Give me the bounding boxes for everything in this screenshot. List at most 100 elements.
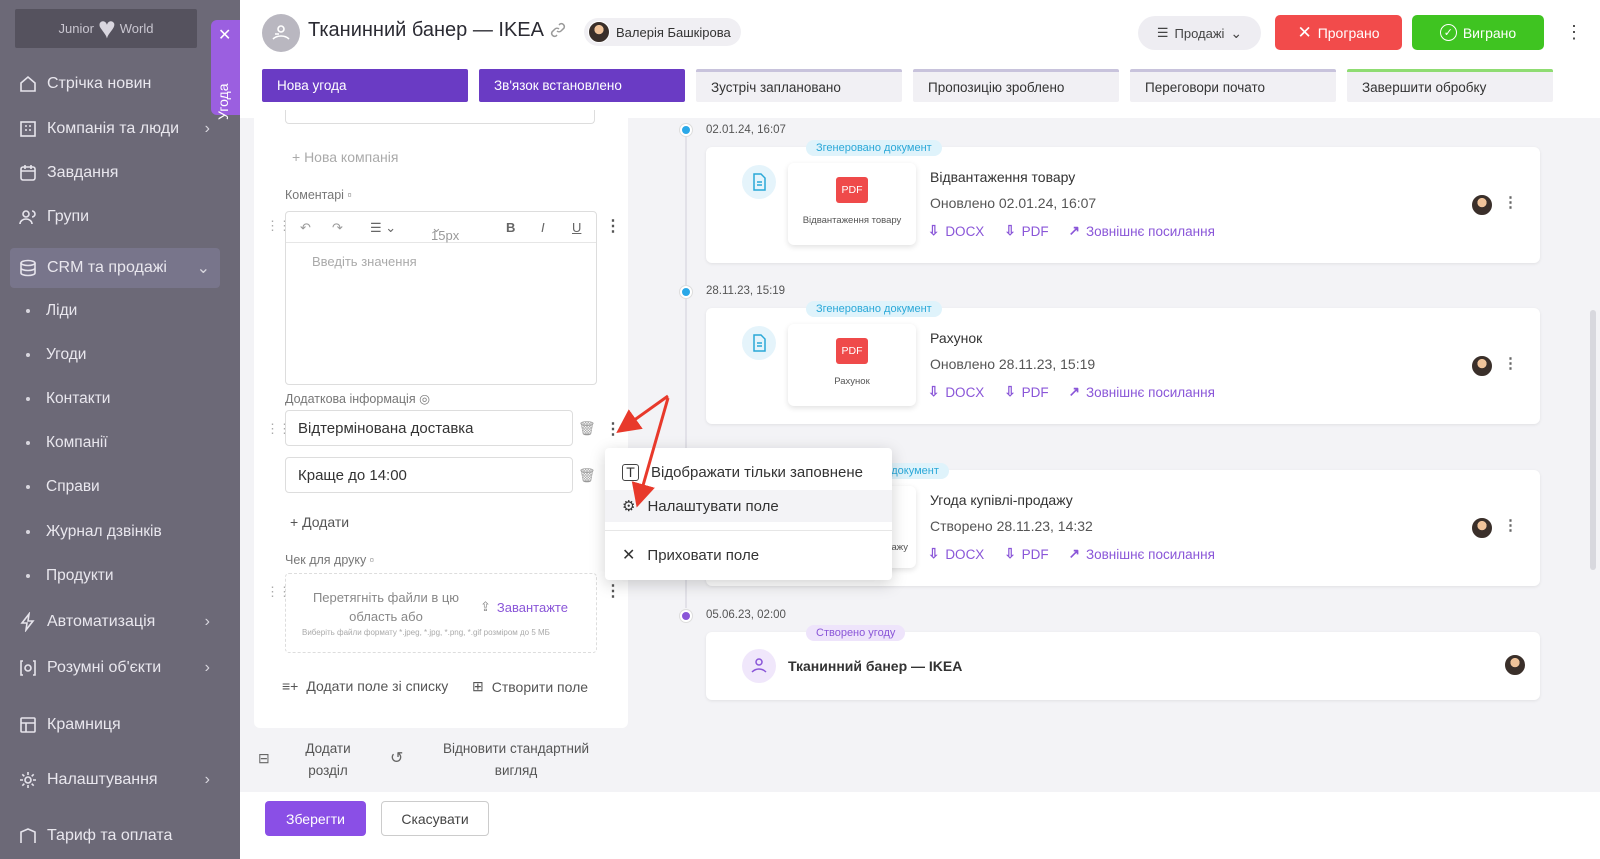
sidebar-subitem-contacts[interactable]: Контакти xyxy=(26,390,110,408)
tariff-icon xyxy=(20,828,36,843)
external-link[interactable]: ↗ Зовнішнє посилання xyxy=(1069,384,1215,400)
add-value-link[interactable]: + Додати xyxy=(290,514,349,530)
cloud-download-icon: ⇩ xyxy=(928,384,940,399)
pipeline-select[interactable]: ☰ Продажі ⌄ xyxy=(1138,16,1261,50)
comment-editor[interactable]: ↶ ↷ ☰ ⌄ 15px ⌄ B I U Введіть значення xyxy=(285,211,597,385)
external-link[interactable]: ↗ Зовнішнє посилання xyxy=(1069,546,1215,562)
trash-icon[interactable]: 🗑 xyxy=(578,467,596,484)
close-icon[interactable]: ✕ xyxy=(218,28,231,44)
align-icon[interactable]: ☰ ⌄ xyxy=(370,220,396,236)
document-thumbnail[interactable]: PDF Рахунок xyxy=(788,324,916,406)
stage-new[interactable]: Нова угода xyxy=(262,69,468,102)
sidebar-subitem-leads[interactable]: Ліди xyxy=(26,302,77,320)
extra-info-label: Додаткова інформація ◎ xyxy=(285,391,430,406)
create-field-button[interactable]: ⊞ Створити поле xyxy=(472,678,588,695)
trash-icon[interactable]: 🗑 xyxy=(578,420,596,437)
sidebar-item-groups[interactable]: Групи xyxy=(18,207,218,227)
redo-icon[interactable]: ↷ xyxy=(332,220,343,236)
stage-label: Завершити обробку xyxy=(1362,79,1487,95)
sidebar-item-crm[interactable]: CRM та продажі ⌄ xyxy=(18,258,218,278)
download-docx-link[interactable]: ⇩ DOCX xyxy=(928,546,984,562)
chevron-right-icon: › xyxy=(204,120,210,137)
external-link[interactable]: ↗ Зовнішнє посилання xyxy=(1069,223,1215,239)
avatar xyxy=(1504,654,1526,676)
document-links: ⇩ DOCX ⇩ PDF ↗ Зовнішнє посилання xyxy=(928,384,1215,400)
avatar xyxy=(588,21,610,43)
extra-info-input-1[interactable]: Відтермінована доставка xyxy=(285,410,573,446)
more-vertical-icon[interactable]: ⋮ xyxy=(605,216,621,236)
bold-icon[interactable]: B xyxy=(506,220,515,235)
stage-contacted[interactable]: Зв'язок встановлено xyxy=(479,69,685,102)
more-vertical-icon[interactable]: ⋮ xyxy=(1503,354,1518,372)
more-vertical-icon[interactable]: ⋮ xyxy=(605,581,621,601)
save-button[interactable]: Зберегти xyxy=(265,801,366,836)
more-vertical-icon[interactable]: ⋮ xyxy=(1503,193,1518,211)
stage-negotiation[interactable]: Переговори почато xyxy=(1130,69,1336,102)
owner-chip[interactable]: Валерія Башкірова xyxy=(584,18,741,46)
add-section-button[interactable]: Додати розділ xyxy=(298,738,358,782)
timeline-dot xyxy=(680,286,692,298)
section-add-icon[interactable]: ⊟ xyxy=(258,750,270,767)
users-icon xyxy=(19,210,36,225)
subitem-label: Компанії xyxy=(46,434,108,451)
stage-meeting[interactable]: Зустріч заплановано xyxy=(696,69,902,102)
add-field-from-list-button[interactable]: ≡+ Додати поле зі списку xyxy=(282,678,448,694)
sidebar-item-tariff[interactable]: Тариф та оплата xyxy=(18,826,218,846)
restore-icon[interactable]: ↺ xyxy=(390,748,403,768)
sidebar-subitem-call-log[interactable]: Журнал дзвінків xyxy=(26,523,162,541)
sidebar-item-news[interactable]: Стрічка новин xyxy=(18,74,218,94)
calendar-icon xyxy=(20,165,36,181)
info-icon: ▫ xyxy=(369,553,375,567)
stage-finish[interactable]: Завершити обробку xyxy=(1347,69,1553,102)
upload-link[interactable]: ⇪ Завантажте xyxy=(480,599,568,615)
won-button[interactable]: ✓ Виграно xyxy=(1412,15,1544,50)
extra-info-input-2[interactable]: Краще до 14:00 xyxy=(285,457,573,493)
file-dropzone[interactable]: Перетягніть файли в цю область або ⇪ Зав… xyxy=(285,573,597,653)
sidebar-item-label: Компанія та люди xyxy=(47,120,180,137)
sidebar-subitem-products[interactable]: Продукти xyxy=(26,567,114,585)
more-vertical-icon[interactable]: ⋮ xyxy=(1503,516,1518,534)
cancel-button[interactable]: Скасувати xyxy=(381,801,489,836)
more-vertical-icon[interactable]: ⋮ xyxy=(1565,22,1583,43)
sidebar-item-settings[interactable]: Налаштування › xyxy=(18,770,218,790)
timeline-dot xyxy=(680,610,692,622)
restore-default-button[interactable]: Відновити стандартний вигляд xyxy=(426,738,606,782)
stage-proposal[interactable]: Пропозицію зроблено xyxy=(913,69,1119,102)
scrollbar[interactable] xyxy=(1590,310,1596,570)
company-field[interactable] xyxy=(285,110,595,124)
sidebar-subitem-activities[interactable]: Справи xyxy=(26,478,100,496)
deal-name[interactable]: Тканинний банер — IKEA xyxy=(788,658,962,674)
download-pdf-link[interactable]: ⇩ PDF xyxy=(1004,223,1048,239)
deal-side-tab[interactable]: ✕ Угода xyxy=(211,20,240,120)
dropzone-text: Перетягніть файли в цю область або xyxy=(312,590,460,624)
sidebar-item-company[interactable]: Компанія та люди › xyxy=(18,119,218,139)
sidebar-item-automation[interactable]: Автоматизація › xyxy=(18,612,218,632)
underline-icon[interactable]: U xyxy=(572,220,581,235)
menu-hide-field[interactable]: ✕ Приховати поле xyxy=(605,539,892,571)
font-size-select[interactable]: 15px ⌄ xyxy=(431,220,459,243)
download-pdf-link[interactable]: ⇩ PDF xyxy=(1004,384,1048,400)
new-company-link[interactable]: + Нова компанія xyxy=(292,149,398,165)
external-label: Зовнішнє посилання xyxy=(1085,384,1215,400)
sidebar-item-tasks[interactable]: Завдання xyxy=(18,163,218,183)
upload-label: Завантажте xyxy=(496,599,568,615)
lost-button[interactable]: ✕ Програно xyxy=(1275,15,1402,50)
stage-label: Нова угода xyxy=(277,78,347,93)
check-circle-icon: ✓ xyxy=(1439,24,1457,41)
sidebar-subitem-companies[interactable]: Компанії xyxy=(26,434,108,452)
download-docx-link[interactable]: ⇩ DOCX xyxy=(928,384,984,400)
document-thumbnail[interactable]: PDF Відвантаження товару xyxy=(788,163,916,245)
company-logo[interactable]: Junior ♥ World xyxy=(15,9,197,48)
document-title: Угода купівлі-продажу xyxy=(930,492,1073,508)
download-docx-link[interactable]: ⇩ DOCX xyxy=(928,223,984,239)
sidebar-item-smart-objects[interactable]: Розумні об'єкти › xyxy=(18,658,218,678)
download-pdf-link[interactable]: ⇩ PDF xyxy=(1004,546,1048,562)
sidebar-item-store[interactable]: Крамниця xyxy=(18,715,218,735)
sidebar-subitem-deals[interactable]: Угоди xyxy=(26,346,86,364)
external-link-icon: ↗ xyxy=(1068,546,1080,561)
italic-icon[interactable]: I xyxy=(541,220,545,235)
undo-icon[interactable]: ↶ xyxy=(300,220,311,236)
link-icon[interactable] xyxy=(550,22,566,41)
avatar xyxy=(1471,517,1493,539)
cloud-download-icon: ⇩ xyxy=(1004,384,1016,399)
